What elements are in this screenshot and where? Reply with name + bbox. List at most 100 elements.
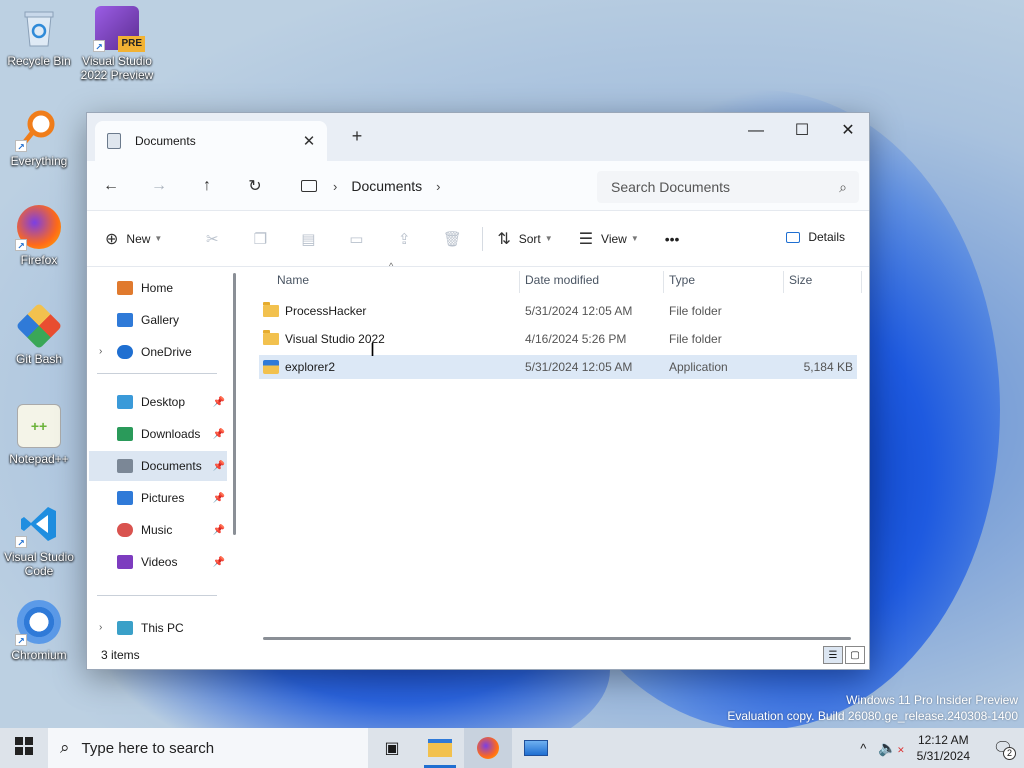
column-divider[interactable] (519, 271, 520, 293)
maximize-button[interactable]: ☐ (779, 117, 825, 145)
sidebar-item-label: OneDrive (141, 345, 192, 359)
desktop-icon-everything[interactable]: ↗ Everything (0, 106, 78, 168)
desktop-icon-visual-studio-preview[interactable]: PRE ↗ Visual Studio 2022 Preview (78, 6, 156, 82)
search-input[interactable]: Search Documents ⌕ (597, 171, 859, 203)
sidebar-item-music[interactable]: Music 📌 (117, 515, 227, 545)
chevron-right-icon[interactable]: › (333, 179, 337, 194)
sort-label: Sort (518, 231, 541, 246)
new-button[interactable]: ⊕ New ▼ (105, 229, 162, 249)
mouse-cursor-icon: I (370, 340, 376, 360)
taskbar-app-window[interactable] (512, 728, 560, 768)
desktop-icon-notepadpp[interactable]: ++ Notepad++ (0, 404, 78, 466)
tab-documents[interactable]: Documents ✕ (95, 121, 327, 161)
file-explorer-window: Documents ✕ + — ☐ ✕ ← → ↑ ↻ › Documents … (86, 112, 870, 670)
file-list-horizontal-scrollbar[interactable] (263, 637, 851, 640)
desktop-icon-recycle-bin[interactable]: Recycle Bin (0, 6, 78, 68)
sidebar-item-videos[interactable]: Videos 📌 (117, 547, 227, 577)
details-view-toggle[interactable]: ☰ (823, 646, 843, 664)
desktop-icon-vscode[interactable]: ↗ Visual Studio Code (0, 502, 78, 578)
expand-chevron-icon[interactable]: › (99, 622, 102, 633)
minimize-button[interactable]: — (733, 117, 779, 145)
cut-icon[interactable]: ✂ (188, 230, 236, 248)
taskbar-search-box[interactable]: ⌕ Type here to search (48, 728, 368, 768)
file-name: ProcessHacker (285, 304, 367, 318)
view-button[interactable]: ☰ View ▼ (579, 229, 639, 249)
pin-icon: 📌 (212, 492, 225, 504)
column-divider[interactable] (663, 271, 664, 293)
sidebar-item-this-pc[interactable]: This PC (117, 613, 253, 643)
taskbar-firefox[interactable] (464, 728, 512, 768)
file-row[interactable]: Visual Studio 2022 4/16/2024 5:26 PM Fil… (259, 327, 857, 351)
search-icon: ⌕ (60, 738, 70, 757)
desktop-icon-firefox[interactable]: ↗ Firefox (0, 205, 78, 267)
address-bar[interactable]: › Documents › (293, 170, 585, 202)
task-view-button[interactable]: ▣ (368, 728, 416, 768)
preview-badge: PRE (118, 36, 145, 52)
clock-date: 5/31/2024 (916, 749, 970, 763)
pictures-icon (117, 491, 133, 505)
column-header-date-modified[interactable]: Date modified (525, 273, 599, 287)
shortcut-arrow-icon: ↗ (15, 634, 27, 646)
clock[interactable]: 12:12 AM 5/31/2024 (917, 732, 970, 764)
details-label: Details (808, 230, 845, 244)
sort-icon: ⇅ (497, 230, 511, 248)
sidebar-item-pictures[interactable]: Pictures 📌 (117, 483, 227, 513)
sidebar-divider (97, 595, 217, 596)
watermark-line-1: Windows 11 Pro Insider Preview (846, 693, 1018, 707)
videos-icon (117, 555, 133, 569)
copy-icon[interactable]: ❐ (236, 230, 284, 248)
column-header-size[interactable]: Size (789, 273, 812, 287)
taskbar-file-explorer[interactable] (416, 728, 464, 768)
desktop-icon-label: Chromium (11, 648, 67, 662)
sidebar-item-downloads[interactable]: Downloads 📌 (117, 419, 227, 449)
up-arrow-icon[interactable]: ↑ (183, 177, 231, 195)
forward-arrow-icon[interactable]: → (135, 177, 183, 195)
desktop-icon-chromium[interactable]: ↗ Chromium (0, 600, 78, 662)
sidebar-item-label: Home (141, 281, 174, 295)
more-options-button[interactable]: ••• (665, 231, 680, 247)
file-row[interactable]: ProcessHacker 5/31/2024 12:05 AM File fo… (259, 299, 857, 323)
expand-chevron-icon[interactable]: › (99, 346, 102, 357)
sidebar-item-documents[interactable]: Documents 📌 (89, 451, 227, 481)
sidebar-item-label: Desktop (141, 395, 186, 409)
file-type: Application (669, 360, 728, 374)
paste-icon[interactable]: ▤ (284, 230, 332, 248)
large-icons-view-toggle[interactable]: ▢ (845, 646, 865, 664)
volume-muted-icon[interactable]: 🔈✕ (878, 739, 904, 757)
column-header-type[interactable]: Type (669, 273, 695, 287)
close-window-button[interactable]: ✕ (825, 117, 871, 145)
refresh-icon[interactable]: ↻ (231, 176, 279, 196)
new-tab-button[interactable]: + (347, 126, 367, 147)
view-label: View (601, 231, 627, 246)
pin-icon: 📌 (212, 396, 225, 408)
notifications-button[interactable]: 🗨 2 (988, 728, 1018, 768)
shortcut-arrow-icon: ↗ (15, 140, 27, 152)
chevron-right-icon[interactable]: › (436, 179, 440, 194)
notification-count-badge: 2 (1003, 747, 1016, 760)
watermark-line-2: Evaluation copy. Build 26080.ge_release.… (727, 709, 1018, 723)
breadcrumb-documents[interactable]: Documents (351, 178, 422, 194)
start-button[interactable] (0, 736, 48, 760)
file-row[interactable]: explorer2 5/31/2024 12:05 AM Application… (259, 355, 857, 379)
gallery-icon (117, 313, 133, 327)
details-pane-button[interactable]: Details (786, 230, 845, 244)
navigation-pane-scrollbar[interactable] (233, 273, 236, 535)
delete-icon[interactable]: 🗑 (428, 230, 476, 248)
sidebar-item-desktop[interactable]: Desktop 📌 (117, 387, 227, 417)
music-icon (117, 523, 133, 537)
column-header-name[interactable]: Name (277, 273, 309, 287)
shortcut-arrow-icon: ↗ (15, 536, 27, 548)
back-arrow-icon[interactable]: ← (87, 177, 135, 195)
rename-icon[interactable]: ▭ (332, 230, 380, 248)
desktop-icon-git-bash[interactable]: Git Bash (0, 302, 78, 366)
column-divider[interactable] (861, 271, 862, 293)
column-divider[interactable] (783, 271, 784, 293)
downloads-icon (117, 427, 133, 441)
firefox-icon (477, 737, 499, 759)
share-icon[interactable]: ⇪ (380, 230, 428, 248)
tab-close-icon[interactable]: ✕ (297, 132, 321, 150)
show-hidden-icons-chevron-icon[interactable]: ^ (860, 741, 866, 756)
sort-button[interactable]: ⇅ Sort ▼ (497, 229, 552, 249)
search-icon: ⌕ (839, 178, 847, 195)
status-bar: 3 items ☰ ▢ (87, 641, 869, 669)
